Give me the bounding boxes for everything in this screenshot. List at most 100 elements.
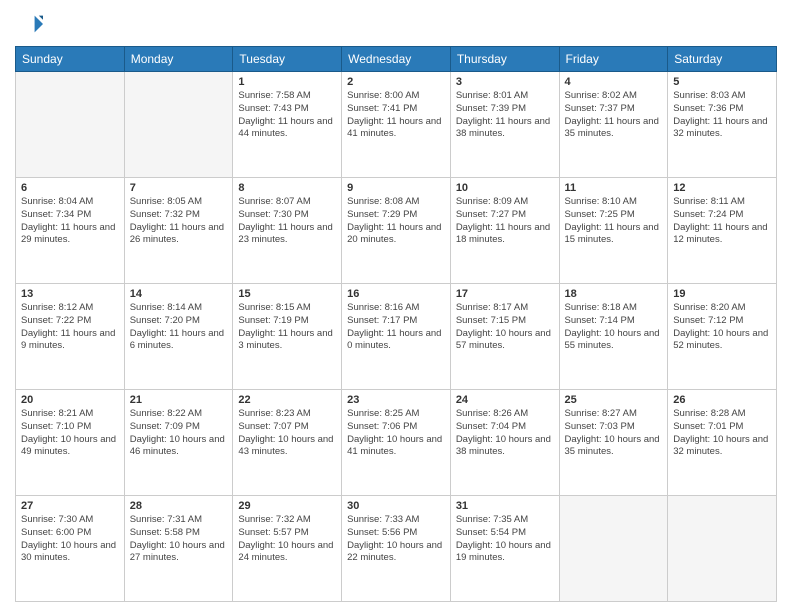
calendar-cell: 3 Sunrise: 8:01 AMSunset: 7:39 PMDaylight… (450, 72, 559, 178)
day-info: Sunrise: 8:28 AMSunset: 7:01 PMDaylight:… (673, 408, 771, 459)
calendar-cell: 2Sunrise: 8:00 AMSunset: 7:41 PMDaylight… (342, 72, 451, 178)
day-number: 13 (21, 288, 119, 300)
day-info: Sunrise: 8:22 AMSunset: 7:09 PMDaylight:… (130, 408, 228, 459)
calendar-cell: 23Sunrise: 8:25 AMSunset: 7:06 PMDayligh… (342, 390, 451, 496)
day-info: Sunrise: 8:16 AMSunset: 7:17 PMDaylight:… (347, 302, 445, 353)
day-info: Sunrise: 7:35 AMSunset: 5:54 PMDaylight:… (456, 514, 554, 565)
calendar-cell: 16 Sunrise: 8:16 AMSunset: 7:17 PMDayligh… (342, 284, 451, 390)
calendar-cell: 9 Sunrise: 8:08 AMSunset: 7:29 PMDaylight… (342, 178, 451, 284)
weekday-header-sunday: Sunday (16, 47, 125, 72)
day-info: Sunrise: 8:14 AMSunset: 7:20 PMDaylight:… (130, 302, 228, 353)
weekday-header-row: SundayMondayTuesdayWednesdayThursdayFrid… (16, 47, 777, 72)
calendar-cell: 27 Sunrise: 7:30 AMSunset: 6:00 PMDayligh… (16, 496, 125, 602)
day-number: 27 (21, 500, 119, 512)
day-info: Sunrise: 7:31 AMSunset: 5:58 PMDaylight:… (130, 514, 228, 565)
day-info: Sunrise: 8:25 AMSunset: 7:06 PMDaylight:… (347, 408, 445, 459)
weekday-header-thursday: Thursday (450, 47, 559, 72)
calendar-week-row: 6 Sunrise: 8:04 AMSunset: 7:34 PMDaylight… (16, 178, 777, 284)
day-info: Sunrise: 8:08 AMSunset: 7:29 PMDaylight:… (347, 196, 445, 247)
day-info: Sunrise: 8:23 AMSunset: 7:07 PMDaylight:… (238, 408, 336, 459)
day-info: Sunrise: 8:03 AMSunset: 7:36 PMDaylight:… (673, 90, 771, 141)
day-number: 15 (238, 288, 336, 300)
day-number: 19 (673, 288, 771, 300)
day-number: 30 (347, 500, 445, 512)
day-info: Sunrise: 8:09 AMSunset: 7:27 PMDaylight:… (456, 196, 554, 247)
day-number: 20 (21, 394, 119, 406)
day-info: Sunrise: 8:02 AMSunset: 7:37 PMDaylight:… (565, 90, 663, 141)
weekday-header-saturday: Saturday (668, 47, 777, 72)
day-info: Sunrise: 8:20 AMSunset: 7:12 PMDaylight:… (673, 302, 771, 353)
calendar-cell: 20 Sunrise: 8:21 AMSunset: 7:10 PMDayligh… (16, 390, 125, 496)
calendar-cell: 26 Sunrise: 8:28 AMSunset: 7:01 PMDayligh… (668, 390, 777, 496)
calendar-cell: 19 Sunrise: 8:20 AMSunset: 7:12 PMDayligh… (668, 284, 777, 390)
calendar-cell (124, 72, 233, 178)
day-number: 4 (565, 76, 663, 88)
day-info: Sunrise: 7:30 AMSunset: 6:00 PMDaylight:… (21, 514, 119, 565)
calendar-cell: 29 Sunrise: 7:32 AMSunset: 5:57 PMDayligh… (233, 496, 342, 602)
day-number: 21 (130, 394, 228, 406)
calendar-cell (668, 496, 777, 602)
header (15, 10, 777, 38)
calendar-cell: 1 Sunrise: 7:58 AMSunset: 7:43 PMDaylight… (233, 72, 342, 178)
calendar-cell: 15 Sunrise: 8:15 AMSunset: 7:19 PMDayligh… (233, 284, 342, 390)
calendar-cell: 4 Sunrise: 8:02 AMSunset: 7:37 PMDaylight… (559, 72, 668, 178)
day-info: Sunrise: 8:01 AMSunset: 7:39 PMDaylight:… (456, 90, 554, 141)
day-info: Sunrise: 8:17 AMSunset: 7:15 PMDaylight:… (456, 302, 554, 353)
day-number: 26 (673, 394, 771, 406)
logo (15, 10, 47, 38)
page: SundayMondayTuesdayWednesdayThursdayFrid… (0, 0, 792, 612)
day-number: 6 (21, 182, 119, 194)
calendar-cell: 11 Sunrise: 8:10 AMSunset: 7:25 PMDayligh… (559, 178, 668, 284)
day-number: 12 (673, 182, 771, 194)
day-info: Sunrise: 8:21 AMSunset: 7:10 PMDaylight:… (21, 408, 119, 459)
day-number: 16 (347, 288, 445, 300)
weekday-header-tuesday: Tuesday (233, 47, 342, 72)
day-number: 7 (130, 182, 228, 194)
day-info: Sunrise: 8:15 AMSunset: 7:19 PMDaylight:… (238, 302, 336, 353)
day-number: 9 (347, 182, 445, 194)
day-number: 11 (565, 182, 663, 194)
day-info: Sunrise: 8:04 AMSunset: 7:34 PMDaylight:… (21, 196, 119, 247)
calendar-table: SundayMondayTuesdayWednesdayThursdayFrid… (15, 46, 777, 602)
day-number: 3 (456, 76, 554, 88)
calendar-week-row: 20 Sunrise: 8:21 AMSunset: 7:10 PMDayligh… (16, 390, 777, 496)
day-info: Sunrise: 8:26 AMSunset: 7:04 PMDaylight:… (456, 408, 554, 459)
day-number: 25 (565, 394, 663, 406)
calendar-cell: 13 Sunrise: 8:12 AMSunset: 7:22 PMDayligh… (16, 284, 125, 390)
day-number: 22 (238, 394, 336, 406)
weekday-header-wednesday: Wednesday (342, 47, 451, 72)
calendar-cell: 31Sunrise: 7:35 AMSunset: 5:54 PMDayligh… (450, 496, 559, 602)
day-info: Sunrise: 8:07 AMSunset: 7:30 PMDaylight:… (238, 196, 336, 247)
calendar-cell (16, 72, 125, 178)
day-number: 1 (238, 76, 336, 88)
day-number: 10 (456, 182, 554, 194)
calendar-cell: 5 Sunrise: 8:03 AMSunset: 7:36 PMDaylight… (668, 72, 777, 178)
day-info: Sunrise: 7:32 AMSunset: 5:57 PMDaylight:… (238, 514, 336, 565)
day-info: Sunrise: 7:33 AMSunset: 5:56 PMDaylight:… (347, 514, 445, 565)
calendar-cell (559, 496, 668, 602)
calendar-cell: 22 Sunrise: 8:23 AMSunset: 7:07 PMDayligh… (233, 390, 342, 496)
calendar-cell: 7 Sunrise: 8:05 AMSunset: 7:32 PMDaylight… (124, 178, 233, 284)
day-info: Sunrise: 8:10 AMSunset: 7:25 PMDaylight:… (565, 196, 663, 247)
day-number: 8 (238, 182, 336, 194)
day-info: Sunrise: 8:12 AMSunset: 7:22 PMDaylight:… (21, 302, 119, 353)
day-number: 14 (130, 288, 228, 300)
calendar-cell: 21 Sunrise: 8:22 AMSunset: 7:09 PMDayligh… (124, 390, 233, 496)
calendar-cell: 17Sunrise: 8:17 AMSunset: 7:15 PMDayligh… (450, 284, 559, 390)
day-number: 29 (238, 500, 336, 512)
day-info: Sunrise: 7:58 AMSunset: 7:43 PMDaylight:… (238, 90, 336, 141)
calendar-cell: 18 Sunrise: 8:18 AMSunset: 7:14 PMDayligh… (559, 284, 668, 390)
day-number: 24 (456, 394, 554, 406)
calendar-cell: 28Sunrise: 7:31 AMSunset: 5:58 PMDayligh… (124, 496, 233, 602)
calendar-cell: 30 Sunrise: 7:33 AMSunset: 5:56 PMDayligh… (342, 496, 451, 602)
day-number: 5 (673, 76, 771, 88)
calendar-cell: 14 Sunrise: 8:14 AMSunset: 7:20 PMDayligh… (124, 284, 233, 390)
day-info: Sunrise: 8:05 AMSunset: 7:32 PMDaylight:… (130, 196, 228, 247)
day-info: Sunrise: 8:27 AMSunset: 7:03 PMDaylight:… (565, 408, 663, 459)
day-info: Sunrise: 8:18 AMSunset: 7:14 PMDaylight:… (565, 302, 663, 353)
weekday-header-monday: Monday (124, 47, 233, 72)
calendar-cell: 6 Sunrise: 8:04 AMSunset: 7:34 PMDaylight… (16, 178, 125, 284)
day-number: 18 (565, 288, 663, 300)
calendar-week-row: 27 Sunrise: 7:30 AMSunset: 6:00 PMDayligh… (16, 496, 777, 602)
day-number: 2 (347, 76, 445, 88)
